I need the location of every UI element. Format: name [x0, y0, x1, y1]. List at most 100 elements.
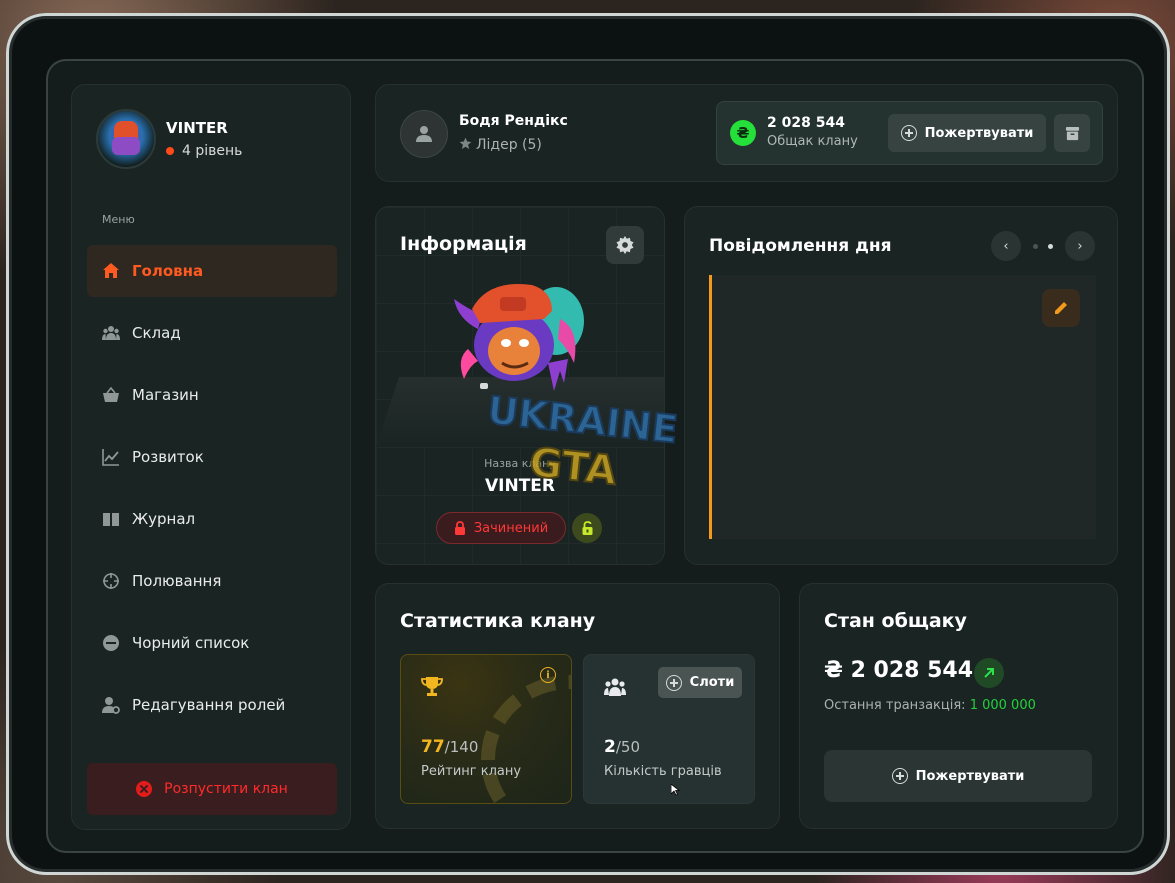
sidebar-item-label: Розвиток	[132, 448, 204, 466]
sidebar-item-label: Головна	[132, 262, 204, 280]
players-current: 2	[604, 737, 616, 757]
chevron-right-icon: ›	[1077, 238, 1083, 254]
motd-carousel: ‹ ›	[991, 231, 1095, 261]
crosshair-icon	[101, 571, 121, 591]
rating-max: /140	[444, 738, 479, 756]
lock-icon	[454, 521, 465, 535]
pencil-icon	[1055, 302, 1067, 314]
home-icon	[101, 261, 121, 281]
sidebar-nav: Головна Склад Магазин Розвиток Журнал По…	[87, 245, 337, 741]
sidebar-item-label: Чорний список	[132, 634, 250, 652]
user-name: Бодя Рендікс	[459, 113, 568, 129]
plus-circle-icon	[900, 125, 917, 141]
last-transaction: Остання транзакція: 1 000 000	[824, 698, 1036, 713]
message-of-day-card: Повідомлення дня ‹ ›	[684, 206, 1118, 565]
laurel-wreath-decoration	[481, 675, 571, 803]
info-title: Інформація	[400, 233, 527, 255]
sidebar-item-warehouse[interactable]: Склад	[87, 307, 337, 359]
next-button[interactable]: ›	[1065, 231, 1095, 261]
rating-stat: i 77/140 Рейтинг клану	[400, 654, 572, 804]
rating-value: 77/140	[421, 737, 478, 757]
book-icon	[101, 509, 121, 529]
trophy-icon	[421, 677, 443, 696]
prev-button[interactable]: ‹	[991, 231, 1021, 261]
sidebar-item-home[interactable]: Головна	[87, 245, 337, 297]
plus-circle-icon	[891, 768, 908, 784]
bank-label: Общак клану	[767, 134, 858, 149]
sidebar-item-journal[interactable]: Журнал	[87, 493, 337, 545]
hryvnia-coin-icon: ₴	[730, 120, 756, 146]
user-icon	[416, 126, 432, 142]
motd-title: Повідомлення дня	[709, 236, 892, 256]
donate-label: Пожертвувати	[924, 125, 1034, 141]
user-avatar	[400, 110, 448, 158]
basket-icon	[101, 385, 121, 405]
status-badge: Зачинений	[436, 512, 566, 544]
level-text: 4 рівень	[182, 143, 243, 159]
rating-label: Рейтинг клану	[421, 764, 522, 779]
menu-label: Меню	[102, 213, 135, 226]
donate-button[interactable]: Пожертвувати	[888, 114, 1046, 152]
sidebar-item-shop[interactable]: Магазин	[87, 369, 337, 421]
info-icon[interactable]: i	[540, 667, 556, 683]
last-tx-label: Остання транзакція:	[824, 698, 966, 713]
archive-icon	[1065, 126, 1079, 140]
user-role: Лідер (5)	[459, 137, 542, 153]
sidebar-item-blacklist[interactable]: Чорний список	[87, 617, 337, 669]
user-gear-icon	[101, 695, 121, 715]
edit-motd-button[interactable]	[1042, 289, 1080, 327]
sidebar-item-label: Склад	[132, 324, 181, 342]
sidebar: VINTER 4 рівень Меню Головна Склад Магаз…	[71, 84, 351, 830]
clan-level: 4 рівень	[166, 143, 242, 159]
clan-stats-card: Статистика клану i 77/140 Рейтинг клану …	[375, 583, 780, 829]
rating-current: 77	[421, 737, 445, 757]
plus-circle-icon	[665, 674, 682, 691]
sidebar-item-label: Журнал	[132, 510, 196, 528]
sidebar-item-label: Редагування ролей	[132, 696, 286, 714]
bank-state-title: Стан общаку	[824, 610, 967, 632]
user-role-text: Лідер (5)	[476, 137, 542, 153]
chevron-left-icon: ‹	[1003, 238, 1009, 254]
sidebar-item-label: Полювання	[132, 572, 222, 590]
players-max: /50	[615, 738, 640, 756]
clan-name: VINTER	[166, 119, 228, 137]
carousel-dot-active[interactable]	[1048, 243, 1053, 249]
disband-clan-button[interactable]: Розпустити клан	[87, 763, 337, 815]
clan-name-value: VINTER	[484, 476, 555, 496]
clan-bank-box: ₴ 2 028 544 Общак клану Пожертвувати	[716, 101, 1103, 165]
slots-button[interactable]: Слоти	[658, 667, 742, 698]
status-text: Зачинений	[473, 520, 549, 536]
chart-line-icon	[101, 447, 121, 467]
clan-avatar	[96, 109, 156, 169]
info-card: Інформація Назва клану VINTER Зачинений	[375, 206, 665, 565]
level-dot-icon	[166, 147, 174, 155]
sidebar-item-development[interactable]: Розвиток	[87, 431, 337, 483]
slots-label: Слоти	[689, 675, 735, 690]
sidebar-item-roles[interactable]: Редагування ролей	[87, 679, 337, 731]
players-label: Кількість гравців	[604, 764, 722, 779]
carousel-dot[interactable]	[1033, 243, 1038, 249]
gear-icon	[616, 236, 634, 254]
disband-label: Розпустити клан	[164, 781, 288, 797]
unlock-button[interactable]	[572, 513, 602, 543]
bank-donate-label: Пожертвувати	[915, 768, 1025, 784]
bank-amount: 2 028 544	[767, 115, 845, 131]
minus-circle-icon	[101, 633, 121, 653]
mouse-cursor	[671, 784, 681, 796]
players-stat: Слоти 2/50 Кількість гравців	[583, 654, 755, 804]
header-bar: Бодя Рендікс Лідер (5) ₴ 2 028 544 Общак…	[375, 84, 1118, 182]
clan-name-label: Назва клану	[484, 457, 556, 470]
clan-screen: VINTER 4 рівень Меню Головна Склад Магаз…	[48, 61, 1142, 851]
archive-button[interactable]	[1054, 114, 1090, 152]
players-value: 2/50	[604, 737, 640, 757]
trend-up-icon	[974, 658, 1004, 688]
clan-settings-button[interactable]	[606, 226, 644, 264]
unlock-icon	[582, 521, 592, 535]
motd-text-area[interactable]	[709, 275, 1096, 539]
sidebar-item-hunting[interactable]: Полювання	[87, 555, 337, 607]
stats-title: Статистика клану	[400, 610, 596, 632]
star-icon	[459, 137, 472, 150]
bank-donate-button[interactable]: Пожертвувати	[824, 750, 1092, 802]
clan-logo-mascot	[454, 284, 584, 391]
users-icon	[101, 323, 121, 343]
